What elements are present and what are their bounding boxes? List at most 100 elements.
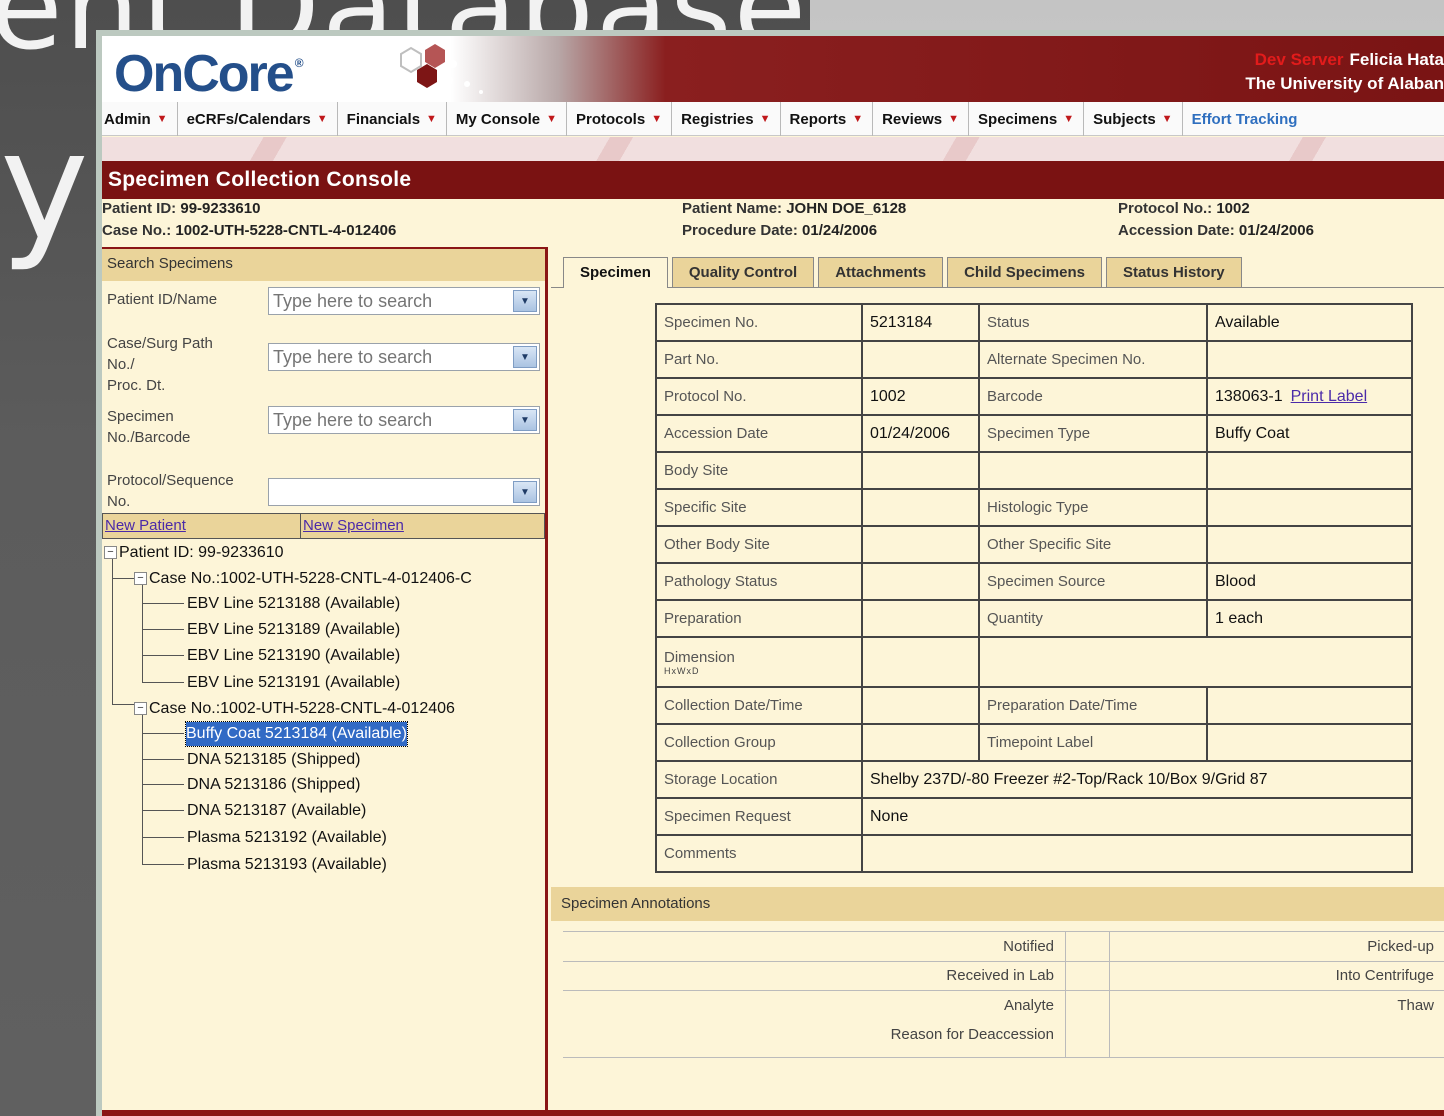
specimen-request-value: None bbox=[861, 797, 1413, 836]
field-label: Specimen Source bbox=[978, 562, 1208, 601]
tree-root-patient[interactable]: − Patient ID: 99-9233610 bbox=[104, 541, 284, 565]
user-name: Felicia Hata bbox=[1349, 50, 1444, 69]
caret-down-icon: ▼ bbox=[852, 113, 864, 125]
tree-specimen-item[interactable]: EBV Line 5213191 (Available) bbox=[187, 671, 400, 695]
table-row: Other Body Site Other Specific Site bbox=[655, 525, 1413, 564]
menu-item-financials[interactable]: Financials ▼ bbox=[338, 102, 447, 136]
protocol-search-input[interactable] bbox=[269, 479, 509, 505]
protocol-no-value: 1002 bbox=[861, 377, 980, 416]
caret-down-icon: ▼ bbox=[316, 113, 328, 125]
field-label: Preparation Date/Time bbox=[978, 686, 1208, 725]
caret-down-icon: ▼ bbox=[948, 113, 960, 125]
tab-specimen[interactable]: Specimen bbox=[563, 257, 668, 288]
field-label: Body Site bbox=[655, 451, 863, 490]
menu-item-subjects[interactable]: Subjects ▼ bbox=[1084, 102, 1183, 136]
menu-item-reviews[interactable]: Reviews ▼ bbox=[873, 102, 970, 136]
menu-item-my-console[interactable]: My Console ▼ bbox=[447, 102, 567, 136]
oncore-logo[interactable]: OnCore ® bbox=[114, 44, 303, 104]
patient-name: Patient Name: JOHN DOE_6128 bbox=[682, 200, 907, 217]
specimen-search-label: Specimen No./Barcode bbox=[107, 408, 191, 446]
annotations-grid: Notified Received in Lab Analyte Reason … bbox=[563, 931, 1444, 1059]
menu-label: Specimens bbox=[978, 110, 1058, 128]
tab-status-history[interactable]: Status History bbox=[1105, 257, 1242, 287]
patient-search-combobox[interactable]: ▼ bbox=[268, 287, 540, 315]
new-specimen-link[interactable]: New Specimen bbox=[301, 514, 499, 538]
table-row: Storage Location Shelby 237D/-80 Freezer… bbox=[655, 760, 1413, 799]
menu-item-admin[interactable]: Admin ▼ bbox=[102, 102, 178, 136]
collapse-icon[interactable]: − bbox=[134, 572, 147, 586]
barcode-cell: 138063-1 Print Label bbox=[1206, 377, 1413, 416]
dropdown-arrow-icon[interactable]: ▼ bbox=[513, 346, 537, 368]
tree-case-node[interactable]: − Case No.:1002-UTH-5228-CNTL-4-012406 bbox=[134, 697, 455, 721]
field-label: Specific Site bbox=[655, 488, 863, 527]
protocol-search-combobox[interactable]: ▼ bbox=[268, 478, 540, 506]
menu-item-specimens[interactable]: Specimens ▼ bbox=[969, 102, 1085, 136]
specimen-details-table: Specimen No. 5213184 Status Available Pa… bbox=[655, 303, 1413, 873]
field-label: Barcode bbox=[978, 377, 1208, 416]
tree-specimen-item[interactable]: DNA 5213186 (Shipped) bbox=[187, 773, 360, 797]
field-label: Pathology Status bbox=[655, 562, 863, 601]
menu-item-registries[interactable]: Registries ▼ bbox=[672, 102, 781, 136]
histologic-type-value bbox=[1206, 488, 1413, 527]
protocol-search-field: Protocol/Sequence No. ▼ bbox=[102, 470, 548, 514]
dropdown-arrow-icon[interactable]: ▼ bbox=[513, 481, 537, 503]
specimen-search-input[interactable] bbox=[269, 407, 509, 433]
body-site-value bbox=[861, 451, 980, 490]
table-row: Body Site bbox=[655, 451, 1413, 490]
field-label: Histologic Type bbox=[978, 488, 1208, 527]
table-row: Collection Group Timepoint Label bbox=[655, 723, 1413, 762]
specimen-search-combobox[interactable]: ▼ bbox=[268, 406, 540, 434]
tree-specimen-item[interactable]: Plasma 5213193 (Available) bbox=[187, 853, 387, 877]
patient-id: Patient ID: 99-9233610 bbox=[102, 200, 261, 217]
field-label: Other Specific Site bbox=[978, 525, 1208, 564]
field-label: Timepoint Label bbox=[978, 723, 1208, 762]
tree-specimen-item[interactable]: EBV Line 5213190 (Available) bbox=[187, 644, 400, 668]
menu-item-ecrfs-calendars[interactable]: eCRFs/Calendars ▼ bbox=[178, 102, 338, 136]
field-label: Other Body Site bbox=[655, 525, 863, 564]
detail-tabs: Specimen Quality Control Attachments Chi… bbox=[563, 257, 1246, 288]
quantity-value: 1 each bbox=[1206, 599, 1413, 638]
patient-search-input[interactable] bbox=[269, 288, 509, 314]
field-label: Status bbox=[978, 303, 1208, 342]
dropdown-arrow-icon[interactable]: ▼ bbox=[513, 409, 537, 431]
tree-specimen-item[interactable]: EBV Line 5213189 (Available) bbox=[187, 618, 400, 642]
bottom-bar bbox=[102, 1110, 1444, 1116]
status-value: Available bbox=[1206, 303, 1413, 342]
specimen-source-value: Blood bbox=[1206, 562, 1413, 601]
specimen-search-field: Specimen No./Barcode ▼ bbox=[102, 406, 548, 450]
oncore-window: OnCore ® Dev Server Felicia Hata The Unive… bbox=[96, 30, 1444, 1116]
print-label-link[interactable]: Print Label bbox=[1291, 388, 1368, 405]
empty-cell bbox=[1206, 451, 1413, 490]
tree-specimen-item[interactable]: DNA 5213187 (Available) bbox=[187, 799, 366, 823]
tree-specimen-item[interactable]: EBV Line 5213188 (Available) bbox=[187, 592, 400, 616]
institution-name: The University of Alaban bbox=[1245, 74, 1444, 93]
tab-attachments[interactable]: Attachments bbox=[818, 257, 944, 287]
field-label: Specimen Request bbox=[655, 797, 863, 836]
menu-item-reports[interactable]: Reports ▼ bbox=[781, 102, 874, 136]
case-search-combobox[interactable]: ▼ bbox=[268, 343, 540, 371]
menu-label: Financials bbox=[346, 110, 421, 128]
patient-info-bar: Patient ID: 99-9233610 Case No.: 1002-UT… bbox=[102, 199, 1444, 245]
menu-label: Effort Tracking bbox=[1191, 110, 1298, 128]
tree-case-node[interactable]: − Case No.:1002-UTH-5228-CNTL-4-012406-C bbox=[134, 567, 472, 591]
collapse-icon[interactable]: − bbox=[134, 702, 147, 716]
tree-specimen-item-selected[interactable]: Buffy Coat 5213184 (Available) bbox=[185, 721, 408, 747]
table-row: Protocol No. 1002 Barcode 138063-1 Print … bbox=[655, 377, 1413, 416]
field-label: Specimen Type bbox=[978, 414, 1208, 453]
new-patient-link[interactable]: New Patient bbox=[103, 514, 301, 538]
table-row: Part No. Alternate Specimen No. bbox=[655, 340, 1413, 379]
tree-specimen-item[interactable]: Plasma 5213192 (Available) bbox=[187, 826, 387, 850]
protocol-search-label: Protocol/Sequence No. bbox=[107, 472, 234, 510]
menu-item-protocols[interactable]: Protocols ▼ bbox=[567, 102, 673, 136]
dropdown-arrow-icon[interactable]: ▼ bbox=[513, 290, 537, 312]
search-panel: Search Specimens Patient ID/Name ▼ Case/… bbox=[102, 247, 548, 1116]
tab-quality-control[interactable]: Quality Control bbox=[671, 257, 815, 287]
patient-search-label: Patient ID/Name bbox=[107, 291, 218, 308]
timepoint-value bbox=[1206, 723, 1413, 762]
menu-item-effort-tracking[interactable]: Effort Tracking bbox=[1183, 102, 1307, 136]
collapse-icon[interactable]: − bbox=[104, 546, 117, 560]
case-search-input[interactable] bbox=[269, 344, 509, 370]
tree-specimen-item[interactable]: DNA 5213185 (Shipped) bbox=[187, 748, 360, 772]
tab-child-specimens[interactable]: Child Specimens bbox=[947, 257, 1102, 287]
pathology-status-value bbox=[861, 562, 980, 601]
